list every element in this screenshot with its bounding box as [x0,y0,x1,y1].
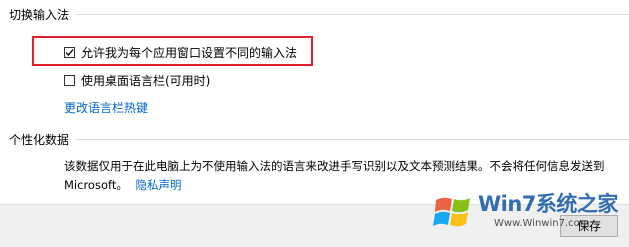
language-bar-hotkey-link[interactable]: 更改语言栏热键 [64,99,148,116]
microsoft-text: Microsoft。 [64,178,128,192]
per-app-checkbox[interactable] [64,47,75,58]
privacy-statement-link[interactable]: 隐私声明 [136,178,182,192]
desktop-language-bar-checkbox[interactable] [64,75,75,86]
watermark-logo: Win7系统之家 Www.Winwin7.com [432,186,622,242]
watermark-brand: Win7系统之家 [478,192,618,216]
desktop-language-bar-label: 使用桌面语言栏(可用时) [81,74,211,88]
group-divider [75,14,629,15]
personalization-description: 该数据仅用于在此电脑上为不使用输入法的语言来改进手写识别以及文本预测结果。不会将… [64,159,605,173]
switch-input-header: 切换输入法 [9,8,70,22]
switch-input-group: 切换输入法 [9,6,629,23]
per-app-label: 允许我为每个应用窗口设置不同的输入法 [81,46,298,60]
windows-flag-icon [433,197,470,227]
group-divider [75,139,629,140]
desktop-language-bar-option[interactable]: 使用桌面语言栏(可用时) [64,72,210,89]
watermark-url: Www.Winwin7.com [494,218,590,229]
personalization-group: 个性化数据 [9,131,629,148]
personalization-description-end: Microsoft。 隐私声明 [64,177,182,193]
per-app-input-option[interactable]: 允许我为每个应用窗口设置不同的输入法 [64,44,297,61]
checkmark-icon [65,49,74,56]
personalization-header: 个性化数据 [9,133,70,147]
